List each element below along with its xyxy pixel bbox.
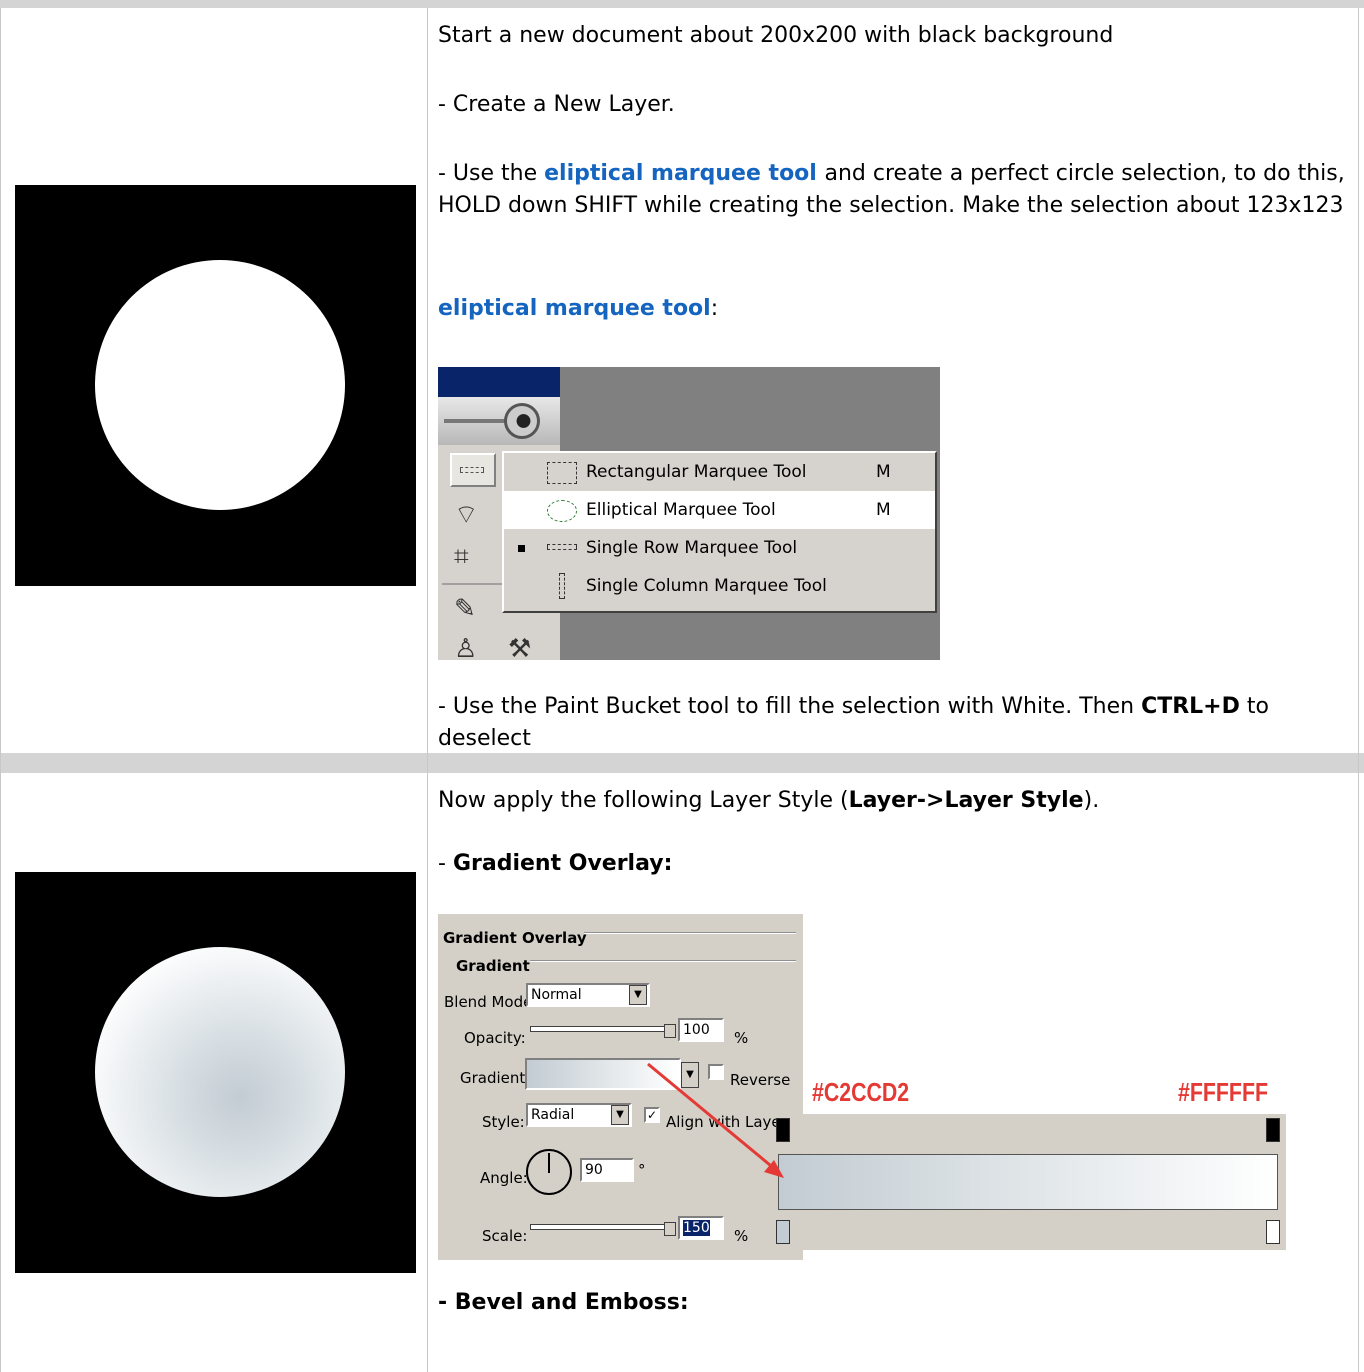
- red-arrow-annotation: [647, 1062, 784, 1178]
- layer-style-post: ).: [1083, 788, 1100, 813]
- gradient-overlay-title: Gradient Overlay:: [452, 851, 673, 876]
- gradient-circle: [95, 947, 345, 1197]
- bevel-emboss-heading: - Bevel and Emboss:: [438, 1287, 1348, 1319]
- tutorial-page: Start a new document about 200x200 with …: [0, 0, 1364, 1372]
- white-circle: [95, 260, 345, 510]
- white-circle-preview: [15, 185, 416, 586]
- gradient-circle-preview: [15, 872, 416, 1273]
- layer-style-pre: Now apply the following Layer Style (: [438, 788, 849, 813]
- bevel-emboss-title: - Bevel and Emboss:: [438, 1290, 689, 1315]
- step-2-text: Now apply the following Layer Style (Lay…: [438, 0, 1348, 1372]
- layer-style-menu-path: Layer->Layer Style: [848, 788, 1084, 813]
- gradient-overlay-screenshot: Gradient Overlay Gradient Blend Mode: No…: [438, 914, 1286, 1260]
- step-2-row: Now apply the following Layer Style (Lay…: [0, 773, 1364, 1372]
- gradient-overlay-dash: -: [438, 851, 453, 876]
- gradient-overlay-heading: - Gradient Overlay:: [438, 848, 1348, 880]
- layer-style-intro: Now apply the following Layer Style (Lay…: [438, 785, 1348, 817]
